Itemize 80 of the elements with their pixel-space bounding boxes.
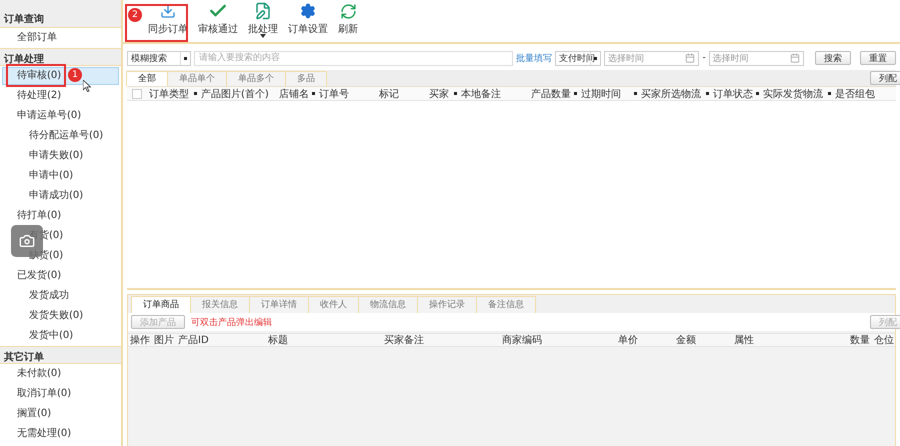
tab[interactable]: 多品 xyxy=(285,71,327,86)
column-header: 操作 xyxy=(129,334,151,347)
column-header: 买家备注 xyxy=(383,334,425,347)
column-config-button[interactable]: 列配 xyxy=(870,71,900,85)
sidebar-item[interactable]: 申请中(0) xyxy=(2,167,119,185)
dropdown-icon xyxy=(828,92,831,95)
refresh-icon xyxy=(340,2,356,20)
dropdown-icon xyxy=(312,92,315,95)
column-header[interactable]: 本地备注 xyxy=(459,86,529,100)
hint-text: 可双击产品弹出编辑 xyxy=(191,316,272,328)
dropdown-icon xyxy=(756,92,759,95)
toolbar-button[interactable]: 订单设置 xyxy=(285,2,331,36)
calendar-icon xyxy=(790,53,800,63)
column-header[interactable]: 过期时间 xyxy=(579,86,639,100)
reset-button[interactable]: 重置 xyxy=(860,51,896,65)
highlight-frame xyxy=(6,64,66,87)
column-header[interactable]: 买家 xyxy=(427,86,459,100)
sidebar-item[interactable]: 已发货(0) xyxy=(2,267,119,285)
tab[interactable]: 备注信息 xyxy=(476,296,536,313)
sidebar-item[interactable]: 申请失败(0) xyxy=(2,147,119,165)
toolbar-button[interactable]: 刷新 xyxy=(335,2,361,36)
column-header[interactable]: 买家所选物流 xyxy=(639,86,711,100)
select-all-checkbox[interactable] xyxy=(132,88,142,98)
column-header: 数量 xyxy=(849,334,871,347)
tab[interactable]: 单品多个 xyxy=(226,71,286,86)
column-header[interactable]: 产品数量 xyxy=(529,86,579,100)
toolbar-button[interactable]: 同步订单 xyxy=(145,2,191,36)
sidebar-item[interactable]: 申请运单号(0) xyxy=(2,107,119,125)
sidebar-item[interactable]: 无需处理(0) xyxy=(2,425,119,443)
search-field[interactable]: 请输入要搜索的内容 xyxy=(194,50,514,66)
dropdown-icon xyxy=(194,92,197,95)
date-separator: - xyxy=(702,53,706,63)
sidebar-item[interactable]: 搁置(0) xyxy=(2,405,119,423)
settings-icon xyxy=(300,2,316,20)
sidebar-item[interactable]: 待打单(0) xyxy=(2,207,119,225)
dropdown-icon xyxy=(574,92,577,95)
column-header: 金额 xyxy=(675,334,697,347)
column-header[interactable]: 标记 xyxy=(377,86,427,100)
sidebar-item[interactable]: 申请成功(0) xyxy=(2,187,119,205)
cursor-icon xyxy=(83,80,91,92)
dropdown-icon xyxy=(454,92,457,95)
column-header: 单价 xyxy=(617,334,639,347)
sidebar-item[interactable]: 取消订单(0) xyxy=(2,385,119,403)
dropdown-icon xyxy=(706,92,709,95)
column-header[interactable]: 订单类型 xyxy=(147,86,199,100)
column-header: 产品ID xyxy=(177,334,210,347)
tab[interactable]: 全部 xyxy=(126,71,168,86)
column-header: 属性 xyxy=(733,334,755,347)
toolbar-button[interactable]: 批处理 xyxy=(245,2,281,36)
toolbar-button[interactable]: 审核通过 xyxy=(195,2,241,36)
column-header: 商家编码 xyxy=(501,334,543,347)
column-header: 仓位 xyxy=(873,334,895,347)
highlight-frame xyxy=(125,4,188,42)
column-header: 图片 xyxy=(153,334,175,347)
search-mode-select[interactable]: 模糊搜索 xyxy=(127,50,191,66)
section-header: 订单处理 xyxy=(0,48,121,66)
column-header[interactable]: 是否组包 xyxy=(833,86,889,100)
sidebar-item[interactable]: 待处理(2) xyxy=(2,87,119,105)
sidebar-item[interactable]: 发货成功 xyxy=(2,287,119,305)
column-header[interactable]: 订单号 xyxy=(317,86,377,100)
section-header: 其它订单 xyxy=(0,346,121,364)
column-header[interactable]: 实际发货物流 xyxy=(761,86,833,100)
column-header: 标题 xyxy=(267,334,289,347)
sidebar-item[interactable]: 发货中(0) xyxy=(2,327,119,345)
search-button[interactable]: 搜索 xyxy=(815,51,851,65)
column-header[interactable]: 店铺名 xyxy=(277,86,317,100)
sidebar-item[interactable]: 待分配运单号(0) xyxy=(2,127,119,145)
edit-document-icon xyxy=(254,2,272,20)
sidebar-item[interactable]: 发货失败(0) xyxy=(2,307,119,325)
tab[interactable]: 订单商品 xyxy=(131,296,191,313)
column-header[interactable]: 产品图片(首个) xyxy=(199,86,277,100)
section-header: 订单查询 xyxy=(0,0,121,28)
step-badge: 2 xyxy=(128,8,142,22)
dropdown-icon xyxy=(634,92,637,95)
sidebar-item[interactable]: 全部订单 xyxy=(2,29,119,47)
column-header[interactable]: 订单状态 xyxy=(711,86,761,100)
batch-fill-link[interactable]: 批量填写 xyxy=(516,52,552,64)
tab[interactable]: 单品单个 xyxy=(167,71,227,86)
calendar-icon xyxy=(685,53,696,63)
sidebar-item[interactable]: 未付款(0) xyxy=(2,365,119,383)
